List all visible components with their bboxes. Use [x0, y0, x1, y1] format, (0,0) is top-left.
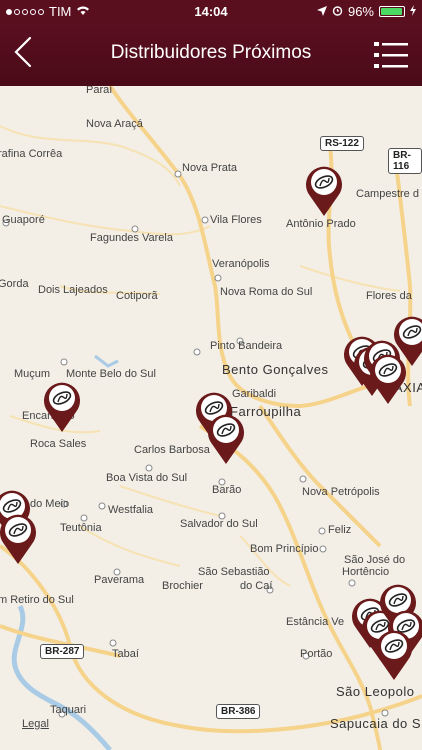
map-label: rafina Corrêa — [0, 148, 63, 160]
legal-link[interactable]: Legal — [22, 718, 49, 730]
map-pin-icon — [44, 382, 80, 432]
list-menu-icon — [374, 42, 408, 68]
highway-shield: BR-116 — [388, 148, 422, 174]
highway-shield: RS-122 — [320, 136, 364, 151]
map-label: m Retiro do Sul — [0, 594, 74, 606]
map-label: Antônio Prado — [286, 218, 356, 230]
map-label: São José do — [344, 554, 406, 566]
map-label: Vila Flores — [210, 214, 262, 226]
map-label: Barão — [212, 484, 242, 496]
map-label: Portão — [300, 648, 333, 660]
map-label: Salvador do Sul — [180, 518, 258, 530]
map-label: Westfalia — [108, 504, 154, 516]
map-label: do Caí — [240, 580, 273, 592]
map-label: Taquari — [50, 704, 87, 716]
battery-icon — [379, 6, 405, 17]
map-label: Boa Vista do Sul — [106, 472, 188, 484]
map-label: Brochier — [162, 580, 203, 592]
highway-shield: BR-386 — [216, 704, 261, 719]
map-pin-icon — [376, 630, 412, 680]
map-label: Tabaí — [112, 648, 139, 660]
map-label: Carlos Barbosa — [134, 444, 210, 456]
map-label: Paverama — [94, 574, 145, 586]
map-label: Campestre d — [356, 188, 419, 200]
page-title: Distribuidores Próximos — [110, 42, 312, 63]
map-pin-icon — [0, 514, 36, 564]
distributor-pin[interactable] — [390, 312, 422, 368]
map-label: Estância Ve — [286, 616, 345, 628]
map-pin-icon — [208, 414, 244, 464]
map-label: Cotiporã — [116, 290, 158, 302]
map-label: Dois Lajeados — [38, 284, 108, 296]
distributor-pin[interactable] — [372, 626, 416, 682]
nav-bar: Distribuidores Próximos — [0, 24, 422, 86]
map-label: Gorda — [0, 278, 29, 290]
map-label: Roca Sales — [30, 438, 87, 450]
map-label: Bento Gonçalves — [222, 362, 329, 377]
map-label: São Sebastião — [198, 566, 270, 578]
map-pin-icon — [394, 316, 422, 366]
map-pin-icon — [306, 166, 342, 216]
status-bar: TIM 14:04 96% — [0, 0, 422, 24]
map-label: Veranópolis — [212, 258, 270, 270]
map-label: Paraí — [86, 86, 113, 96]
map-label: Pinto Bandeira — [210, 340, 283, 352]
distributor-pin[interactable] — [0, 510, 40, 566]
location-arrow-icon — [316, 4, 327, 19]
map-label: Teutônia — [60, 522, 102, 534]
alarm-icon — [332, 4, 343, 19]
map-label: Flores da — [366, 290, 412, 302]
map-label: do Meio — [30, 498, 70, 510]
map-label: Sapucaia do S — [330, 716, 422, 731]
map-label: Nova Prata — [182, 162, 238, 174]
map-view[interactable]: Paraí Nova Araçá rafina Corrêa Nova Prat… — [0, 86, 422, 750]
menu-button[interactable] — [372, 38, 412, 72]
distributor-pin[interactable] — [302, 162, 346, 218]
map-label: Fagundes Varela — [90, 232, 173, 244]
map-label: Garibaldi — [232, 388, 277, 400]
map-label: Feliz — [328, 524, 352, 536]
map-label: Guaporé — [2, 214, 45, 226]
distributor-pin[interactable] — [40, 378, 84, 434]
map-label: Hortêncio — [342, 566, 390, 578]
charging-icon — [410, 4, 416, 19]
map-label: Nova Roma do Sul — [220, 286, 313, 298]
battery-percent: 96% — [347, 4, 374, 19]
map-label: Nova Petrópolis — [302, 486, 380, 498]
distributor-pin[interactable] — [204, 410, 248, 466]
map-label: Nova Araçá — [86, 118, 143, 130]
highway-shield: BR-287 — [40, 644, 85, 659]
map-label: São Leopolo — [336, 684, 415, 699]
map-label: Bom Princípio — [250, 543, 319, 555]
